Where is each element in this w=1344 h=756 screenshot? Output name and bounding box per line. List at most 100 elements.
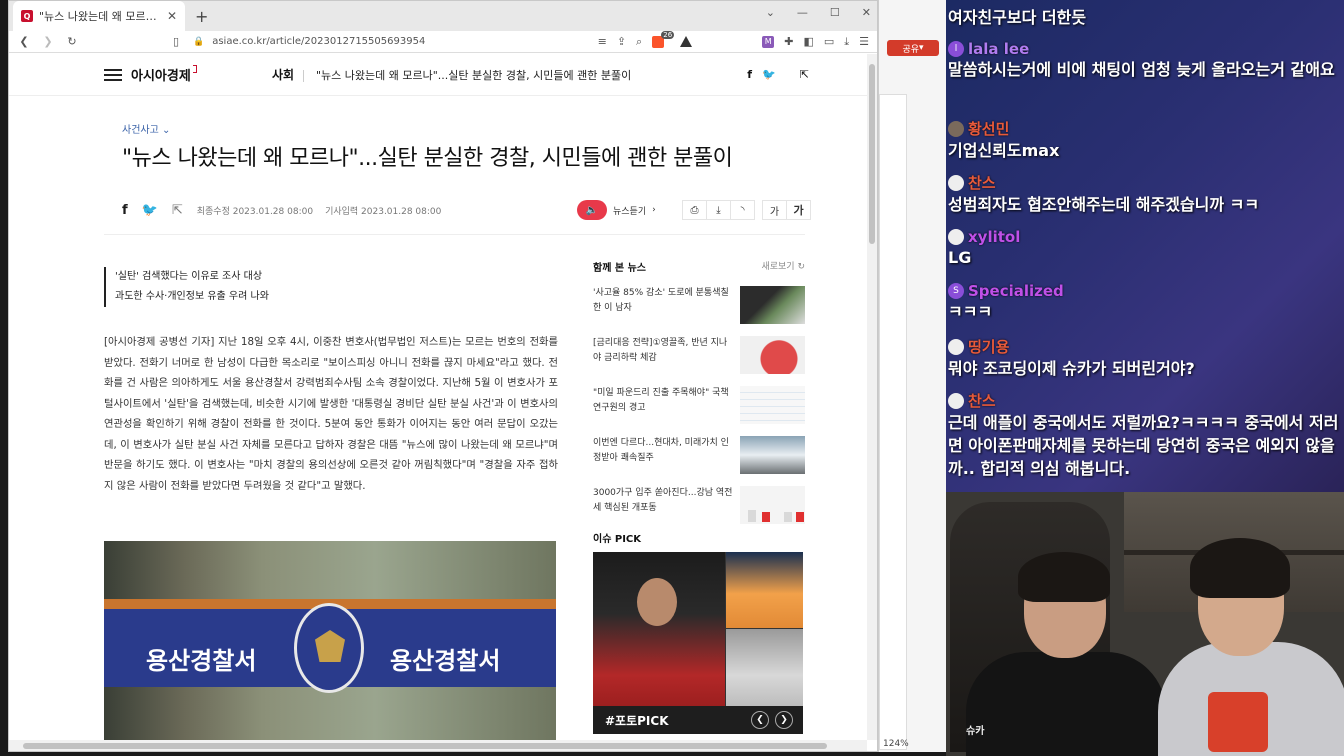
url-field[interactable]: 🔒 asiae.co.kr/article/202301271550569395…	[193, 36, 588, 47]
save-icon[interactable]: ⤓	[706, 200, 731, 220]
back-icon[interactable]: ❮	[17, 35, 31, 48]
background-window: 공유 ▾	[878, 0, 946, 752]
twitter-icon[interactable]: 🐦	[762, 68, 776, 81]
list-item[interactable]: '사고율 85% 감소' 도로에 분통색칠한 이 남자	[593, 286, 805, 324]
share-button[interactable]: 공유 ▾	[887, 40, 939, 56]
article-tools: ⎙ ⤓ ◝ 가 가	[682, 200, 811, 220]
chevron-down-icon[interactable]: ⌄	[766, 6, 775, 19]
window-controls: ⌄ — ☐ ✕	[766, 1, 871, 23]
avatar	[948, 174, 964, 191]
download-icon[interactable]: ⤓	[844, 35, 849, 49]
lock-icon: 🔒	[193, 36, 205, 47]
issue-caption: #포토PICK	[605, 713, 669, 728]
header-separator	[303, 70, 304, 82]
avatar: S	[948, 283, 964, 299]
summary-line: 과도한 수사·개인정보 유출 우려 나와	[115, 291, 269, 302]
site-favicon-icon: Q	[21, 10, 33, 22]
reload-icon[interactable]: ↻	[65, 35, 79, 48]
facebook-icon[interactable]: f	[122, 203, 128, 218]
avatar: l	[948, 41, 964, 57]
prev-arrow-icon[interactable]: ❮	[751, 711, 769, 729]
listen-button[interactable]: 🔈 뉴스듣기 ›	[577, 200, 656, 220]
facebook-icon[interactable]: f	[747, 68, 752, 81]
avatar	[948, 392, 964, 409]
zoom-level: 124%	[883, 739, 909, 749]
site-header: 아시아경제 사회 "뉴스 나왔는데 왜 모르나"...실탄 분실한 경찰, 시민…	[9, 54, 867, 96]
list-item[interactable]: 3000가구 입주 쏟아진다...강남 역전세 핵심된 개포동	[593, 486, 805, 524]
translate-icon[interactable]: ⌕	[636, 35, 642, 49]
article-body: [아시아경제 공병선 기자] 지난 18일 오후 4시, 이중찬 변호사(법무법…	[104, 336, 558, 492]
modified-date: 최종수정 2023.01.28 08:00	[196, 206, 314, 217]
minimize-icon[interactable]: —	[797, 6, 808, 19]
chat-message: 찬스 성범죄자도 협조안해주는데 해주겠습니까 ㅋㅋ	[948, 174, 1260, 214]
avatar	[948, 338, 964, 355]
person-left	[966, 552, 1166, 756]
maximize-icon[interactable]: ☐	[830, 6, 840, 19]
article-summary: '실탄' 검색했다는 이유로 조사 대상 과도한 수사·개인정보 유출 우려 나…	[104, 267, 269, 307]
photo-thumb	[726, 629, 803, 706]
article-photo: 용산경찰서 용산경찰서	[104, 541, 556, 740]
close-tab-icon[interactable]: ✕	[167, 9, 177, 23]
bookmark-icon[interactable]: ▯	[169, 35, 183, 48]
vertical-scrollbar[interactable]	[867, 54, 877, 740]
sidebar-icon[interactable]: ◧	[803, 35, 813, 48]
hamburger-menu-icon[interactable]	[104, 68, 122, 81]
news-thumbnail	[740, 336, 805, 374]
related-news: 함께 본 뉴스 새로보기 ↻ '사고율 85% 감소' 도로에 분통색칠한 이 …	[593, 259, 805, 524]
menu-icon[interactable]: ☰	[859, 35, 869, 48]
print-icon[interactable]: ⎙	[682, 200, 707, 220]
tab-bar: Q "뉴스 나왔는데 왜 모르나"...실탄 ✕ + ⌄ — ☐ ✕	[9, 1, 877, 31]
published-date: 기사입력 2023.01.28 08:00	[325, 206, 442, 217]
photo-sign-text: 용산경찰서	[390, 647, 501, 675]
list-item[interactable]: 이번엔 다르다...현대차, 미래가치 인정받아 쾌속질주	[593, 436, 805, 474]
puzzle-icon[interactable]: ✚	[784, 35, 793, 48]
twitter-icon[interactable]: 🐦	[142, 203, 158, 218]
chevron-right-icon: ›	[652, 205, 656, 215]
new-tab-icon[interactable]: +	[195, 7, 208, 26]
close-window-icon[interactable]: ✕	[862, 6, 871, 19]
brave-shield-icon[interactable]: 26	[652, 30, 675, 48]
reader-icon[interactable]: ≡	[598, 35, 607, 48]
web-page: 아시아경제 사회 "뉴스 나왔는데 왜 모르나"...실탄 분실한 경찰, 시민…	[9, 54, 867, 740]
share-icon[interactable]: ⇱	[800, 68, 809, 81]
extension-m-icon[interactable]: M	[762, 35, 775, 48]
summary-line: '실탄' 검색했다는 이유로 조사 대상	[115, 271, 263, 282]
chat-message: xylitol LG	[948, 228, 1021, 267]
list-item[interactable]: [금리대응 전략]①영끌족, 반년 지나야 금리하락 체감	[593, 336, 805, 374]
issue-pick-gallery[interactable]: #포토PICK ❮ ❯	[593, 552, 803, 734]
avatar	[948, 120, 964, 137]
news-thumbnail	[740, 386, 805, 424]
chat-message: 찬스 근데 애플이 중국에서도 저럴까요?ㅋㅋㅋㅋ 중국에서 저러면 아이폰판매…	[948, 392, 1339, 478]
browser-tab[interactable]: Q "뉴스 나왔는데 왜 모르나"...실탄 ✕	[13, 1, 185, 31]
article-category[interactable]: 사건사고 ⌄	[122, 121, 170, 136]
person-right	[1158, 538, 1344, 756]
brave-rewards-icon[interactable]	[680, 36, 693, 47]
rss-icon[interactable]: ◝	[730, 200, 755, 220]
police-emblem	[294, 603, 364, 693]
related-header: 함께 본 뉴스	[593, 263, 646, 274]
wallet-icon[interactable]: ▭	[824, 35, 834, 48]
section-label[interactable]: 사회	[272, 66, 294, 83]
font-smaller-button[interactable]: 가	[762, 200, 787, 220]
refresh-button[interactable]: 새로보기 ↻	[761, 259, 805, 274]
forward-icon[interactable]: ❯	[41, 35, 55, 48]
next-arrow-icon[interactable]: ❯	[775, 711, 793, 729]
news-thumbnail	[740, 486, 805, 524]
brave-count: 26	[661, 30, 675, 39]
photo-sign-text: 용산경찰서	[146, 647, 257, 675]
listen-label: 뉴스듣기	[613, 206, 647, 217]
share-icon[interactable]: ⇱	[172, 203, 183, 218]
chat-message: S Specialized ㅋㅋㅋ	[948, 282, 1064, 321]
webcam-feed: 슈카	[946, 492, 1344, 756]
font-larger-button[interactable]: 가	[786, 200, 811, 220]
toolbar-icons: ≡ ⇪ ⌕ 26 M ✚ ◧ ▭ ⤓ ☰	[598, 30, 869, 49]
divider	[104, 234, 805, 235]
horizontal-scrollbar[interactable]	[9, 740, 867, 751]
screen: Q "뉴스 나왔는데 왜 모르나"...실탄 ✕ + ⌄ — ☐ ✕ ❮ ❯ ↻…	[0, 0, 1344, 756]
site-logo[interactable]: 아시아경제	[131, 65, 197, 84]
webcam-watermark: 슈카	[966, 726, 985, 737]
chevron-down-icon: ⌄	[162, 125, 171, 136]
share-icon[interactable]: ⇪	[617, 35, 626, 48]
list-item[interactable]: "미일 파운드리 진출 주목해야" 국책연구원의 경고	[593, 386, 805, 424]
news-thumbnail	[740, 286, 805, 324]
